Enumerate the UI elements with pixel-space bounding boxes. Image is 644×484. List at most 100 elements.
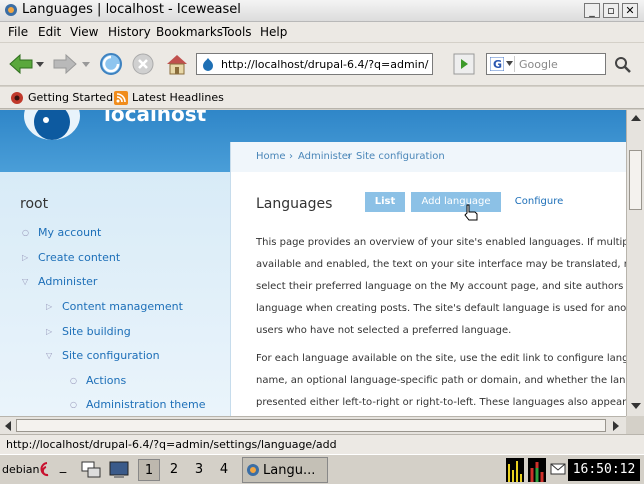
scroll-left-icon[interactable]: [4, 421, 12, 431]
taskbar-window-label: Langu...: [263, 463, 316, 478]
window-list-icon[interactable]: [80, 460, 102, 480]
workspace-3[interactable]: 3: [188, 459, 210, 481]
forward-history-dropdown-icon[interactable]: [82, 60, 90, 68]
bullet-icon: ○: [70, 400, 77, 409]
search-icon[interactable]: [612, 54, 634, 76]
getting-started-icon: [11, 92, 23, 104]
sidebar-item-site-configuration[interactable]: Site configuration: [62, 349, 160, 362]
engine-dropdown-icon: [506, 61, 513, 66]
sidebar: root ○ My account ▷ Create content ▽ Adm…: [0, 172, 230, 416]
menu-history[interactable]: History: [108, 25, 151, 39]
text-line: For each language available on the site,…: [256, 353, 626, 364]
sidebar-item-site-building[interactable]: Site building: [62, 325, 131, 338]
url-bar[interactable]: http://localhost/drupal-6.4/?q=admin/set…: [196, 53, 433, 75]
google-icon: G: [490, 57, 504, 71]
workspace-2[interactable]: 2: [163, 459, 185, 481]
search-input[interactable]: Google: [519, 58, 558, 71]
search-box[interactable]: G Google: [486, 53, 606, 75]
sidebar-item-actions[interactable]: Actions: [86, 374, 126, 387]
mail-icon[interactable]: [550, 463, 566, 475]
taskbar-window-iceweasel[interactable]: Langu...: [242, 457, 328, 483]
app-icon: [5, 4, 17, 16]
scroll-right-icon[interactable]: [612, 421, 620, 431]
hand-cursor-icon: [464, 204, 478, 221]
menu-view[interactable]: View: [70, 25, 98, 39]
page-title: Languages: [256, 196, 333, 212]
breadcrumb-site-configuration[interactable]: Site configuration: [356, 151, 445, 162]
intro-paragraph: This page provides an overview of your s…: [256, 232, 626, 342]
tab-configure[interactable]: Configure: [511, 192, 567, 212]
title-bar: Languages | localhost - Iceweasel _ ▫ ✕: [0, 0, 644, 22]
menu-help[interactable]: Help: [260, 25, 287, 39]
minimize-all-icon[interactable]: _: [54, 459, 72, 481]
sidebar-item-my-account[interactable]: My account: [38, 226, 101, 239]
back-icon[interactable]: [6, 50, 36, 78]
text-line: available and enabled, the text on your …: [256, 259, 626, 270]
breadcrumb-home[interactable]: Home: [256, 151, 286, 162]
page-viewport: localhost root ○ My account ▷ Create con…: [0, 110, 626, 416]
drupal-logo-icon[interactable]: [22, 110, 82, 142]
collapsed-arrow-icon: ▷: [46, 302, 53, 311]
edit-paragraph: For each language available on the site,…: [256, 348, 626, 414]
close-button[interactable]: ✕: [622, 3, 638, 18]
bullet-icon: ○: [22, 228, 29, 237]
scroll-up-icon[interactable]: [631, 114, 641, 122]
menu-bar: File Edit View History Bookmarks Tools H…: [0, 22, 644, 42]
status-text: http://localhost/drupal-6.4/?q=admin/set…: [6, 438, 337, 451]
tab-add-language[interactable]: Add language: [411, 192, 501, 212]
sidebar-item-administration-theme[interactable]: Administration theme: [86, 398, 206, 411]
minimize-button[interactable]: _: [584, 3, 600, 18]
sidebar-item-content-management[interactable]: Content management: [62, 300, 183, 313]
vertical-scrollbar[interactable]: [626, 110, 644, 416]
menu-bookmarks[interactable]: Bookmarks: [156, 25, 223, 39]
horizontal-scroll-thumb[interactable]: [16, 419, 606, 432]
breadcrumb-separator: ›: [289, 151, 293, 162]
workspace-1[interactable]: 1: [138, 459, 160, 481]
bookmark-getting-started[interactable]: Getting Started: [28, 91, 113, 104]
text-line: presented either left-to-right or right-…: [256, 397, 626, 408]
menu-tools[interactable]: Tools: [222, 25, 252, 39]
sidebar-item-administer[interactable]: Administer: [38, 275, 97, 288]
bullet-icon: ○: [70, 376, 77, 385]
window-title: Languages | localhost - Iceweasel: [22, 2, 241, 17]
menu-edit[interactable]: Edit: [38, 25, 61, 39]
tab-list[interactable]: List: [365, 192, 405, 212]
site-name[interactable]: localhost: [104, 110, 206, 126]
expanded-arrow-icon: ▽: [22, 277, 29, 286]
text-line: name, an optional language-specific path…: [256, 375, 626, 386]
url-text[interactable]: http://localhost/drupal-6.4/?q=admin/set…: [221, 58, 429, 71]
bookmark-latest-headlines[interactable]: Latest Headlines: [132, 91, 224, 104]
menu-file[interactable]: File: [8, 25, 28, 39]
sidebar-item-create-content[interactable]: Create content: [38, 251, 120, 264]
stop-icon[interactable]: [128, 50, 158, 78]
forward-icon[interactable]: [50, 50, 80, 78]
breadcrumb-separator: ›: [347, 151, 351, 162]
workspace-4[interactable]: 4: [213, 459, 235, 481]
cpu-monitor-icon: [506, 458, 524, 482]
status-bar: http://localhost/drupal-6.4/?q=admin/set…: [0, 434, 644, 454]
clock[interactable]: 16:50:12: [568, 459, 640, 481]
svg-text:G: G: [493, 58, 502, 71]
terminal-icon[interactable]: [108, 460, 130, 480]
text-line: This page provides an overview of your s…: [256, 237, 626, 248]
reload-icon[interactable]: [96, 50, 126, 78]
start-menu-button[interactable]: debian: [2, 459, 50, 481]
navigation-toolbar: http://localhost/drupal-6.4/?q=admin/set…: [0, 43, 644, 86]
expanded-arrow-icon: ▽: [46, 351, 53, 360]
collapsed-arrow-icon: ▷: [46, 327, 53, 336]
text-line: language when creating posts. The site's…: [256, 303, 626, 314]
text-line: select their preferred language on the M…: [256, 281, 626, 292]
horizontal-scrollbar[interactable]: [0, 416, 626, 434]
search-engine-selector[interactable]: G: [489, 56, 515, 72]
go-icon[interactable]: [453, 53, 475, 75]
breadcrumb-administer[interactable]: Administer: [298, 151, 352, 162]
start-menu-label: debian: [2, 463, 40, 476]
vertical-scroll-thumb[interactable]: [629, 150, 642, 210]
scroll-down-icon[interactable]: [631, 402, 641, 410]
back-history-dropdown-icon[interactable]: [36, 60, 44, 68]
main-content: Home › Administer › Site configuration L…: [230, 142, 626, 416]
debian-swirl-icon: [40, 462, 49, 477]
home-icon[interactable]: [162, 50, 192, 78]
maximize-button[interactable]: ▫: [603, 3, 619, 18]
iceweasel-icon: [247, 464, 259, 476]
